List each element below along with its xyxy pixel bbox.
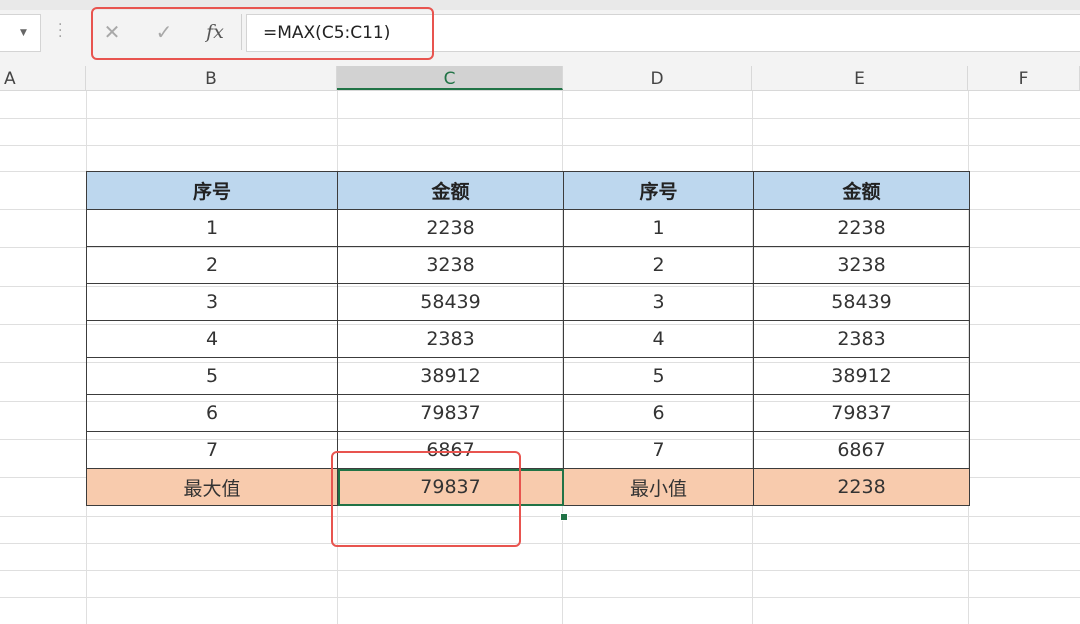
- table-cell[interactable]: 2383: [753, 320, 970, 358]
- table-cell[interactable]: 1: [563, 209, 754, 247]
- column-header-c[interactable]: C: [337, 66, 563, 90]
- chevron-down-icon[interactable]: ▼: [20, 28, 27, 38]
- grid-line: [0, 597, 1080, 598]
- table-cell[interactable]: 58439: [337, 283, 564, 321]
- column-header-row: A B C D E F: [0, 66, 1080, 91]
- column-header-e[interactable]: E: [752, 66, 968, 90]
- result-row: 最大值 79837 最小值 2238: [86, 468, 970, 506]
- table-cell[interactable]: 2238: [337, 209, 564, 247]
- table-cell[interactable]: 4: [563, 320, 754, 358]
- grid-line: [0, 570, 1080, 571]
- table-cell[interactable]: 3: [563, 283, 754, 321]
- table-cell[interactable]: 1: [86, 209, 338, 247]
- table-cell[interactable]: 6: [86, 394, 338, 432]
- table-cell[interactable]: 7: [563, 431, 754, 469]
- table-cell[interactable]: 2: [563, 246, 754, 284]
- table-cell[interactable]: 3238: [337, 246, 564, 284]
- column-header-a[interactable]: A: [0, 66, 86, 90]
- table-cell[interactable]: 3238: [753, 246, 970, 284]
- min-label-cell[interactable]: 最小值: [563, 468, 754, 506]
- header-cell[interactable]: 金额: [753, 171, 970, 210]
- table-cell[interactable]: 2238: [753, 209, 970, 247]
- table-cell[interactable]: 6: [563, 394, 754, 432]
- table-row: 5 38912 5 38912: [86, 357, 970, 395]
- annotation-highlight-cell: [331, 451, 521, 547]
- table-cell[interactable]: 7: [86, 431, 338, 469]
- table-row: 4 2383 4 2383: [86, 320, 970, 358]
- table-cell[interactable]: 38912: [337, 357, 564, 395]
- drag-handle-icon[interactable]: · · ·: [58, 18, 62, 44]
- table-row: 1 2238 1 2238: [86, 209, 970, 247]
- table-cell[interactable]: 38912: [753, 357, 970, 395]
- formula-bar-area: ▼ · · · ✕ ✓ fx =MAX(C5:C11): [0, 0, 1080, 66]
- annotation-highlight-formula: [91, 7, 434, 60]
- column-header-d[interactable]: D: [563, 66, 752, 90]
- table-cell[interactable]: 5: [563, 357, 754, 395]
- table-cell[interactable]: 6867: [753, 431, 970, 469]
- table-cell[interactable]: 58439: [753, 283, 970, 321]
- table-cell[interactable]: 3: [86, 283, 338, 321]
- grid-line: [0, 516, 1080, 517]
- table-cell[interactable]: 2383: [337, 320, 564, 358]
- min-value-cell[interactable]: 2238: [753, 468, 970, 506]
- column-header-b[interactable]: B: [86, 66, 337, 90]
- table-cell[interactable]: 4: [86, 320, 338, 358]
- max-label-cell[interactable]: 最大值: [86, 468, 338, 506]
- data-table: 序号 金额 序号 金额 1 2238 1 2238 2 3238 2 3238 …: [86, 171, 970, 506]
- header-cell[interactable]: 序号: [86, 171, 338, 210]
- table-cell[interactable]: 2: [86, 246, 338, 284]
- table-header-row: 序号 金额 序号 金额: [86, 171, 970, 210]
- header-cell[interactable]: 序号: [563, 171, 754, 210]
- name-box[interactable]: ▼: [0, 14, 41, 52]
- table-cell[interactable]: 5: [86, 357, 338, 395]
- grid-line: [0, 145, 1080, 146]
- fill-handle[interactable]: [560, 513, 568, 521]
- table-row: 7 6867 7 6867: [86, 431, 970, 469]
- grid-line: [0, 543, 1080, 544]
- table-row: 6 79837 6 79837: [86, 394, 970, 432]
- table-row: 2 3238 2 3238: [86, 246, 970, 284]
- table-cell[interactable]: 79837: [337, 394, 564, 432]
- column-header-f[interactable]: F: [968, 66, 1080, 90]
- table-row: 3 58439 3 58439: [86, 283, 970, 321]
- grid-line: [0, 118, 1080, 119]
- table-cell[interactable]: 79837: [753, 394, 970, 432]
- header-cell[interactable]: 金额: [337, 171, 564, 210]
